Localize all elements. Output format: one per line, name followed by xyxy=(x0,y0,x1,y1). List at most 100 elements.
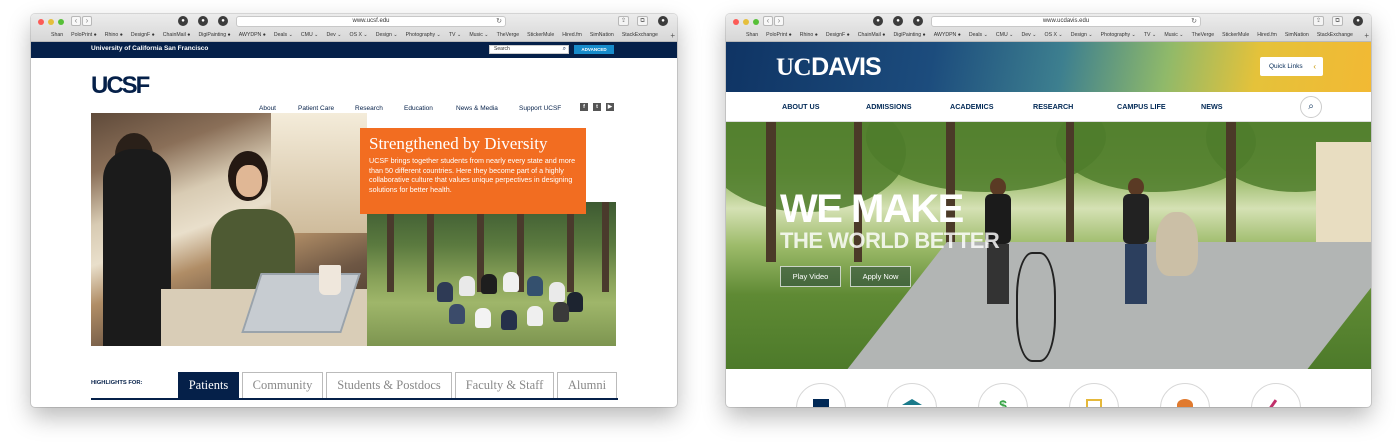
bookmark-item[interactable]: TheVerge xyxy=(1192,30,1215,41)
ucsf-logo[interactable]: UCSF xyxy=(91,72,150,100)
forward-button[interactable]: › xyxy=(82,16,92,26)
tab-faculty-staff[interactable]: Faculty & Staff xyxy=(455,372,554,399)
share-icon[interactable]: ⇪ xyxy=(618,16,629,26)
play-video-button[interactable]: Play Video xyxy=(780,266,841,287)
forward-button[interactable]: › xyxy=(774,16,784,26)
bookmark-item[interactable]: StackExchange xyxy=(622,30,658,41)
bookmark-item[interactable]: PoloPrint ● xyxy=(71,30,97,41)
twitter-icon[interactable]: t xyxy=(593,103,601,111)
bookmark-item[interactable]: OS X ⌄ xyxy=(350,30,368,41)
nav-news[interactable]: NEWS xyxy=(1201,102,1223,111)
nav-about-us[interactable]: ABOUT US xyxy=(782,102,820,111)
pocket-icon[interactable]: ● xyxy=(913,16,923,26)
bookmark-item[interactable]: Music ⌄ xyxy=(1164,30,1183,41)
nav-admissions[interactable]: ADMISSIONS xyxy=(866,102,912,111)
extension-icon[interactable]: ● xyxy=(893,16,903,26)
bookmark-item[interactable]: AWYDPN ● xyxy=(934,30,961,41)
bookmark-item[interactable]: AWYDPN ● xyxy=(239,30,266,41)
facebook-icon[interactable]: f xyxy=(580,103,588,111)
nav-academics[interactable]: ACADEMICS xyxy=(950,102,994,111)
close-button[interactable] xyxy=(733,19,739,25)
bookmark-item[interactable]: DesignF ● xyxy=(131,30,155,41)
download-icon[interactable]: ● xyxy=(1353,16,1363,26)
nav-campus-life[interactable]: CAMPUS LIFE xyxy=(1117,102,1166,111)
tab-community[interactable]: Community xyxy=(242,372,323,399)
youtube-icon[interactable]: ▶ xyxy=(606,103,614,111)
diversity-callout[interactable]: Strengthened by Diversity UCSF brings to… xyxy=(360,128,586,214)
bookmark-item[interactable]: Hired.fm xyxy=(562,30,582,41)
bookmark-item[interactable]: DesignF ● xyxy=(826,30,850,41)
tab-patients[interactable]: Patients xyxy=(178,372,239,399)
bookmark-item[interactable]: Design ⌄ xyxy=(376,30,398,41)
download-icon[interactable]: ● xyxy=(658,16,668,26)
share-icon[interactable]: ⇪ xyxy=(1313,16,1324,26)
tab-alumni[interactable]: Alumni xyxy=(557,372,617,399)
bookmark-item[interactable]: TV ⌄ xyxy=(449,30,461,41)
university-name[interactable]: University of California San Francisco xyxy=(91,45,208,52)
feature-circle[interactable] xyxy=(1251,383,1301,407)
bookmark-item[interactable]: ChainMail ● xyxy=(858,30,886,41)
tab-students-postdocs[interactable]: Students & Postdocs xyxy=(326,372,452,399)
close-button[interactable] xyxy=(38,19,44,25)
bookmark-item[interactable]: Dev ⌄ xyxy=(327,30,342,41)
nav-support-ucsf[interactable]: Support UCSF xyxy=(519,105,561,112)
address-bar[interactable]: www.ucsf.edu ↻ xyxy=(236,16,506,27)
bookmark-item[interactable]: Rhino ● xyxy=(800,30,818,41)
extension-icon[interactable]: ● xyxy=(178,16,188,26)
bookmark-item[interactable]: CMU ⌄ xyxy=(301,30,319,41)
nav-patient-care[interactable]: Patient Care xyxy=(298,105,334,112)
bookmark-item[interactable]: TheVerge xyxy=(497,30,520,41)
bookmark-item[interactable]: StackExchange xyxy=(1317,30,1353,41)
minimize-button[interactable] xyxy=(48,19,54,25)
ucdavis-logo[interactable]: UCDAVIS xyxy=(776,53,882,82)
bookmark-item[interactable]: OS X ⌄ xyxy=(1045,30,1063,41)
zoom-button[interactable] xyxy=(753,19,759,25)
back-button[interactable]: ‹ xyxy=(71,16,81,26)
bookmark-item[interactable]: Photography ⌄ xyxy=(406,30,441,41)
bookmark-item[interactable]: ChainMail ● xyxy=(163,30,191,41)
bookmark-item[interactable]: Deals ⌄ xyxy=(969,30,988,41)
search-input[interactable]: Search ⌕ xyxy=(489,45,569,54)
advanced-search-button[interactable]: ADVANCED xyxy=(574,45,614,54)
minimize-button[interactable] xyxy=(743,19,749,25)
bookmark-item[interactable]: DigiPainting ● xyxy=(893,30,925,41)
extension-icon[interactable]: ● xyxy=(873,16,883,26)
bookmark-item[interactable]: Shan xyxy=(51,30,63,41)
zoom-button[interactable] xyxy=(58,19,64,25)
back-button[interactable]: ‹ xyxy=(763,16,773,26)
bookmark-item[interactable]: Design ⌄ xyxy=(1071,30,1093,41)
nav-news-media[interactable]: News & Media xyxy=(456,105,498,112)
bookmark-item[interactable]: Hired.fm xyxy=(1257,30,1277,41)
bookmark-item[interactable]: CMU ⌄ xyxy=(996,30,1014,41)
tabs-icon[interactable]: ⧉ xyxy=(1332,16,1343,26)
bookmark-item[interactable]: Deals ⌄ xyxy=(274,30,293,41)
pocket-icon[interactable]: ● xyxy=(218,16,228,26)
nav-education[interactable]: Education xyxy=(404,105,433,112)
nav-research[interactable]: Research xyxy=(355,105,383,112)
nav-research[interactable]: RESEARCH xyxy=(1033,102,1073,111)
bookmark-item[interactable]: StickerMule xyxy=(527,30,554,41)
bookmark-item[interactable]: Photography ⌄ xyxy=(1101,30,1136,41)
address-bar[interactable]: www.ucdavis.edu ↻ xyxy=(931,16,1201,27)
search-icon[interactable]: ⌕ xyxy=(563,46,566,53)
bookmark-item[interactable]: TV ⌄ xyxy=(1144,30,1156,41)
nav-about[interactable]: About xyxy=(259,105,276,112)
reload-icon[interactable]: ↻ xyxy=(496,17,502,26)
reload-icon[interactable]: ↻ xyxy=(1191,17,1197,26)
bookmark-item[interactable]: Shan xyxy=(746,30,758,41)
quick-links-button[interactable]: Quick Links ‹ xyxy=(1260,57,1323,76)
bookmark-item[interactable]: PoloPrint ● xyxy=(766,30,792,41)
bookmark-item[interactable]: StickerMule xyxy=(1222,30,1249,41)
bookmark-item[interactable]: Dev ⌄ xyxy=(1022,30,1037,41)
bookmark-item[interactable]: Rhino ● xyxy=(105,30,123,41)
apply-now-button[interactable]: Apply Now xyxy=(850,266,911,287)
search-icon[interactable]: ⌕ xyxy=(1300,96,1322,118)
bookmark-item[interactable]: DigiPainting ● xyxy=(198,30,230,41)
bookmark-item[interactable]: SimNation xyxy=(590,30,614,41)
bookmark-item[interactable]: SimNation xyxy=(1285,30,1309,41)
extension-icon[interactable]: ● xyxy=(198,16,208,26)
bookmark-item[interactable]: Music ⌄ xyxy=(469,30,488,41)
new-tab-icon[interactable]: + xyxy=(670,30,675,41)
tabs-icon[interactable]: ⧉ xyxy=(637,16,648,26)
new-tab-icon[interactable]: + xyxy=(1364,30,1369,41)
